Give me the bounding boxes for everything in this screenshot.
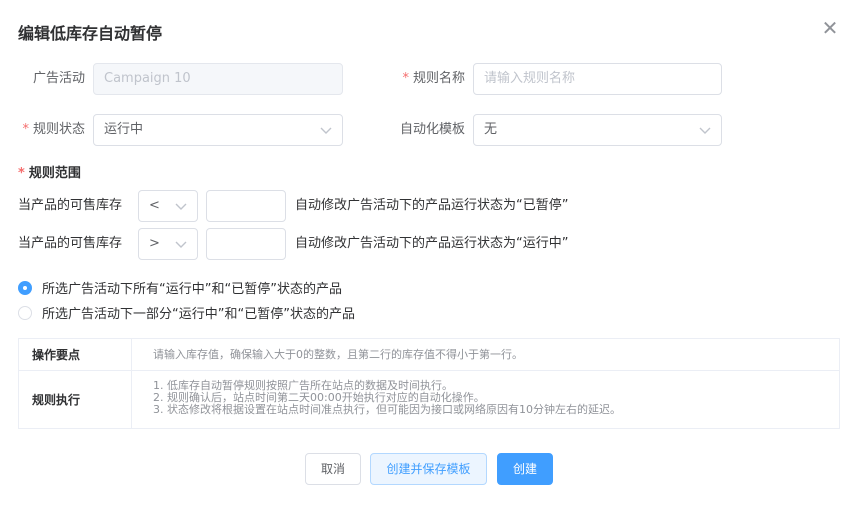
rule-name-input[interactable]: 请输入规则名称 [473, 63, 722, 95]
campaign-value: Campaign 10 [104, 71, 191, 86]
radio-checked-icon [18, 280, 32, 295]
chevron-down-icon [175, 191, 187, 211]
rule-status-label: * 规则状态 [22, 122, 85, 137]
stock-threshold-input[interactable] [206, 228, 286, 260]
cancel-button[interactable]: 取消 [305, 453, 361, 485]
scope-row-prefix: 当产品的可售库存 [18, 236, 123, 251]
radio-all-products[interactable]: 所选广告活动下所有“运行中”和“已暂停”状态的产品 [18, 278, 342, 297]
create-button[interactable]: 创建 [497, 453, 553, 485]
exec-text: 1. 低库存自动暂停规则按照广告所在站点的数据及时间执行。 2. 规则确认后，站… [153, 380, 621, 416]
chevron-down-icon [175, 229, 187, 249]
exec-line: 3. 状态修改将根据设置在站点时间准点执行，但可能因为接口或网络原因有10分钟左… [153, 403, 621, 416]
template-label: 自动化模板 [399, 122, 465, 137]
chevron-down-icon [699, 115, 711, 135]
radio-partial-products[interactable]: 所选广告活动下一部分“运行中”和“已暂停”状态的产品 [18, 303, 355, 322]
scope-row-suffix: 自动修改广告活动下的产品运行状态为“已暂停” [295, 198, 569, 213]
close-icon[interactable]: ✕ [820, 18, 840, 38]
template-select[interactable]: 无 [473, 114, 722, 146]
radio-unchecked-icon [18, 305, 32, 320]
scope-row-suffix: 自动修改广告活动下的产品运行状态为“运行中” [295, 236, 569, 251]
template-value: 无 [484, 122, 498, 137]
tips-label: 操作要点 [19, 339, 132, 370]
stock-threshold-input[interactable] [206, 190, 286, 222]
required-mark: * [18, 166, 25, 181]
info-table: 操作要点 请输入库存值，确保输入大于0的整数，且第二行的库存值不得小于第一行。 … [18, 338, 840, 429]
rule-name-label: * 规则名称 [402, 71, 465, 86]
table-row: 规则执行 1. 低库存自动暂停规则按照广告所在站点的数据及时间执行。 2. 规则… [19, 371, 839, 428]
create-save-template-button[interactable]: 创建并保存模板 [370, 453, 487, 485]
campaign-input: Campaign 10 [93, 63, 343, 95]
operator-value: < [149, 198, 160, 213]
table-row: 操作要点 请输入库存值，确保输入大于0的整数，且第二行的库存值不得小于第一行。 [19, 339, 839, 371]
required-mark: * [402, 71, 409, 86]
rule-status-value: 运行中 [104, 122, 144, 137]
scope-row-prefix: 当产品的可售库存 [18, 198, 123, 213]
operator-select[interactable]: < [138, 190, 198, 222]
required-mark: * [22, 122, 29, 137]
scope-title: * 规则范围 [18, 166, 81, 181]
operator-value: > [149, 236, 160, 251]
campaign-label: 广告活动 [32, 71, 85, 86]
rule-status-select[interactable]: 运行中 [93, 114, 343, 146]
tips-text: 请输入库存值，确保输入大于0的整数，且第二行的库存值不得小于第一行。 [153, 348, 523, 361]
operator-select[interactable]: > [138, 228, 198, 260]
rule-name-placeholder: 请输入规则名称 [484, 71, 576, 86]
dialog-title: 编辑低库存自动暂停 [18, 24, 163, 43]
exec-label: 规则执行 [19, 371, 132, 428]
radio-label: 所选广告活动下一部分“运行中”和“已暂停”状态的产品 [42, 307, 355, 322]
radio-label: 所选广告活动下所有“运行中”和“已暂停”状态的产品 [42, 282, 342, 297]
chevron-down-icon [320, 115, 332, 135]
